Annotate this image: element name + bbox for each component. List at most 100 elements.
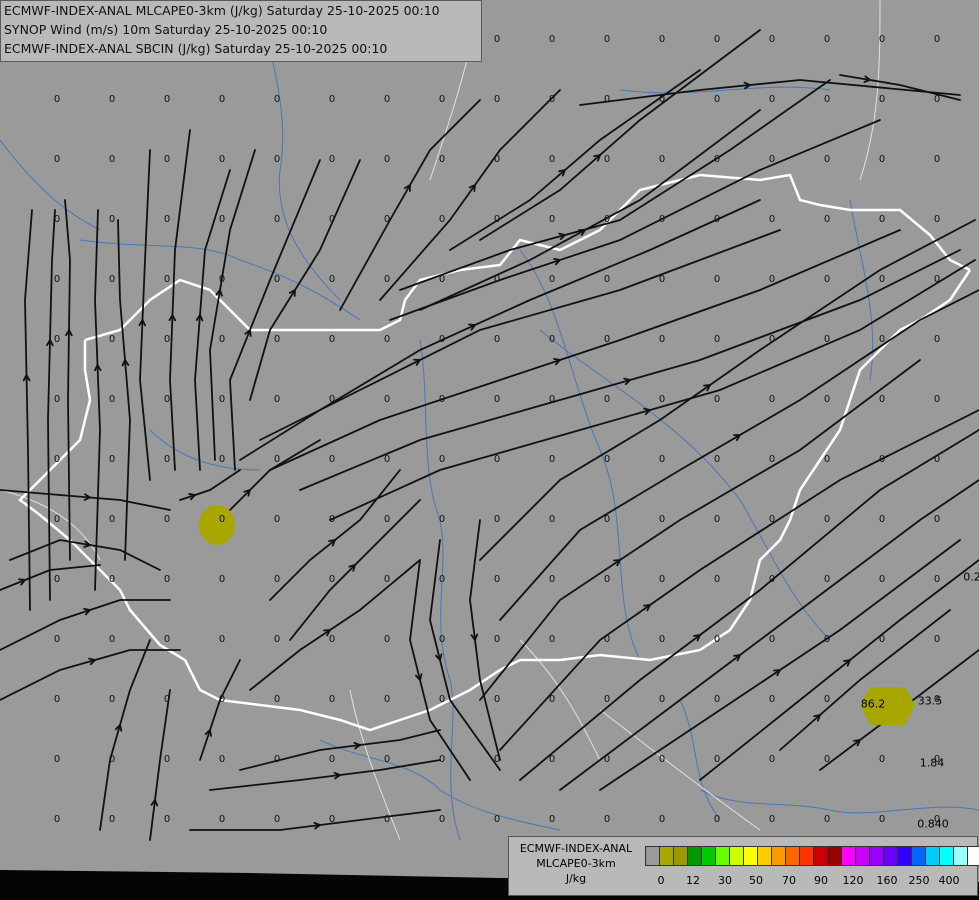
cin-value: 0 [219, 574, 225, 585]
cin-value: 0 [219, 514, 225, 525]
cin-value: 0 [384, 394, 390, 405]
cin-value: 0 [714, 814, 720, 825]
cin-value: 0 [659, 154, 665, 165]
cin-value: 0 [109, 514, 115, 525]
cin-value: 0 [604, 694, 610, 705]
cin-value: 0 [659, 814, 665, 825]
cin-value: 0 [219, 274, 225, 285]
legend-title: ECMWF-INDEX-ANAL MLCAPE0-3km J/kg [509, 841, 643, 886]
cin-value: 0 [714, 94, 720, 105]
cin-value: 0 [164, 754, 170, 765]
cin-value: 0 [219, 94, 225, 105]
cin-value: 0 [164, 334, 170, 345]
cin-value: 0 [549, 814, 555, 825]
cin-value: 0 [824, 94, 830, 105]
cin-value: 0 [439, 694, 445, 705]
cin-value: 0 [549, 34, 555, 45]
legend-tick-label: 70 [782, 874, 796, 887]
cin-value: 0 [329, 814, 335, 825]
cin-value: 0 [494, 754, 500, 765]
cin-value: 0 [494, 394, 500, 405]
cin-value: 0 [659, 274, 665, 285]
cin-value: 0 [494, 94, 500, 105]
cin-value: 0 [54, 754, 60, 765]
cin-value: 0 [164, 214, 170, 225]
cin-value: 0 [329, 574, 335, 585]
cin-value: 0 [439, 574, 445, 585]
cin-value: 0 [879, 514, 885, 525]
cin-value: 0 [824, 574, 830, 585]
cin-value: 0 [494, 454, 500, 465]
cin-value: 0 [879, 574, 885, 585]
cin-value: 0 [164, 634, 170, 645]
cin-value: 0 [274, 94, 280, 105]
cin-value: 0 [879, 274, 885, 285]
cin-value: 0 [604, 94, 610, 105]
cin-value: 0 [769, 274, 775, 285]
legend-swatch [687, 846, 702, 866]
legend-swatch [869, 846, 884, 866]
cin-value: 0 [824, 634, 830, 645]
cin-value: 0 [824, 694, 830, 705]
cin-value: 0 [274, 694, 280, 705]
cin-value: 0 [549, 514, 555, 525]
value-label-2: 1.84 [919, 756, 945, 770]
cin-value: 0 [384, 214, 390, 225]
legend-tick-label: 50 [749, 874, 763, 887]
cin-value: 0 [659, 754, 665, 765]
cin-value: 0 [274, 334, 280, 345]
cin-value: 0 [604, 34, 610, 45]
cin-value: 0 [329, 94, 335, 105]
legend-swatch [911, 846, 926, 866]
cin-value: 0 [549, 634, 555, 645]
cin-value: 0 [384, 754, 390, 765]
cin-value: 0 [824, 394, 830, 405]
cin-value: 0 [274, 154, 280, 165]
cin-value: 0 [109, 754, 115, 765]
cin-value: 0 [219, 394, 225, 405]
cin-value: 0 [934, 574, 940, 585]
cin-value: 0 [384, 574, 390, 585]
cin-value: 0 [549, 454, 555, 465]
legend-swatch [715, 846, 730, 866]
cin-value: 0 [879, 154, 885, 165]
cin-value: 0 [494, 574, 500, 585]
cin-value: 0 [164, 574, 170, 585]
cin-value: 0 [384, 334, 390, 345]
cin-value: 0 [549, 214, 555, 225]
legend-swatch [757, 846, 772, 866]
cin-value: 0 [824, 754, 830, 765]
cin-value: 0 [714, 754, 720, 765]
cin-value: 0 [879, 634, 885, 645]
cin-value: 0 [549, 154, 555, 165]
cin-value: 0 [54, 694, 60, 705]
cin-value: 0 [329, 394, 335, 405]
legend-tick-label: 90 [814, 874, 828, 887]
cin-value: 0 [769, 514, 775, 525]
cin-value: 0 [769, 394, 775, 405]
cin-value: 0 [494, 214, 500, 225]
cin-value: 0 [769, 214, 775, 225]
legend-tick-label: 0 [657, 874, 665, 887]
cin-value: 0 [714, 694, 720, 705]
cin-value: 0 [659, 454, 665, 465]
cin-value: 0 [274, 454, 280, 465]
cin-value: 0 [274, 634, 280, 645]
cin-value: 0 [109, 214, 115, 225]
cin-value: 0 [659, 394, 665, 405]
cin-value: 0 [934, 274, 940, 285]
legend-swatch [645, 846, 660, 866]
cin-value: 0 [439, 214, 445, 225]
cin-value: 0 [329, 754, 335, 765]
cin-value: 0 [164, 454, 170, 465]
cin-value: 0 [934, 334, 940, 345]
cin-value: 0 [109, 334, 115, 345]
cin-value: 0 [219, 154, 225, 165]
cin-value: 0 [604, 754, 610, 765]
cin-value: 0 [494, 34, 500, 45]
cin-value: 0 [219, 814, 225, 825]
cin-value: 0 [604, 814, 610, 825]
cin-value: 0 [659, 34, 665, 45]
cin-value: 0 [54, 814, 60, 825]
cin-value: 0 [109, 394, 115, 405]
